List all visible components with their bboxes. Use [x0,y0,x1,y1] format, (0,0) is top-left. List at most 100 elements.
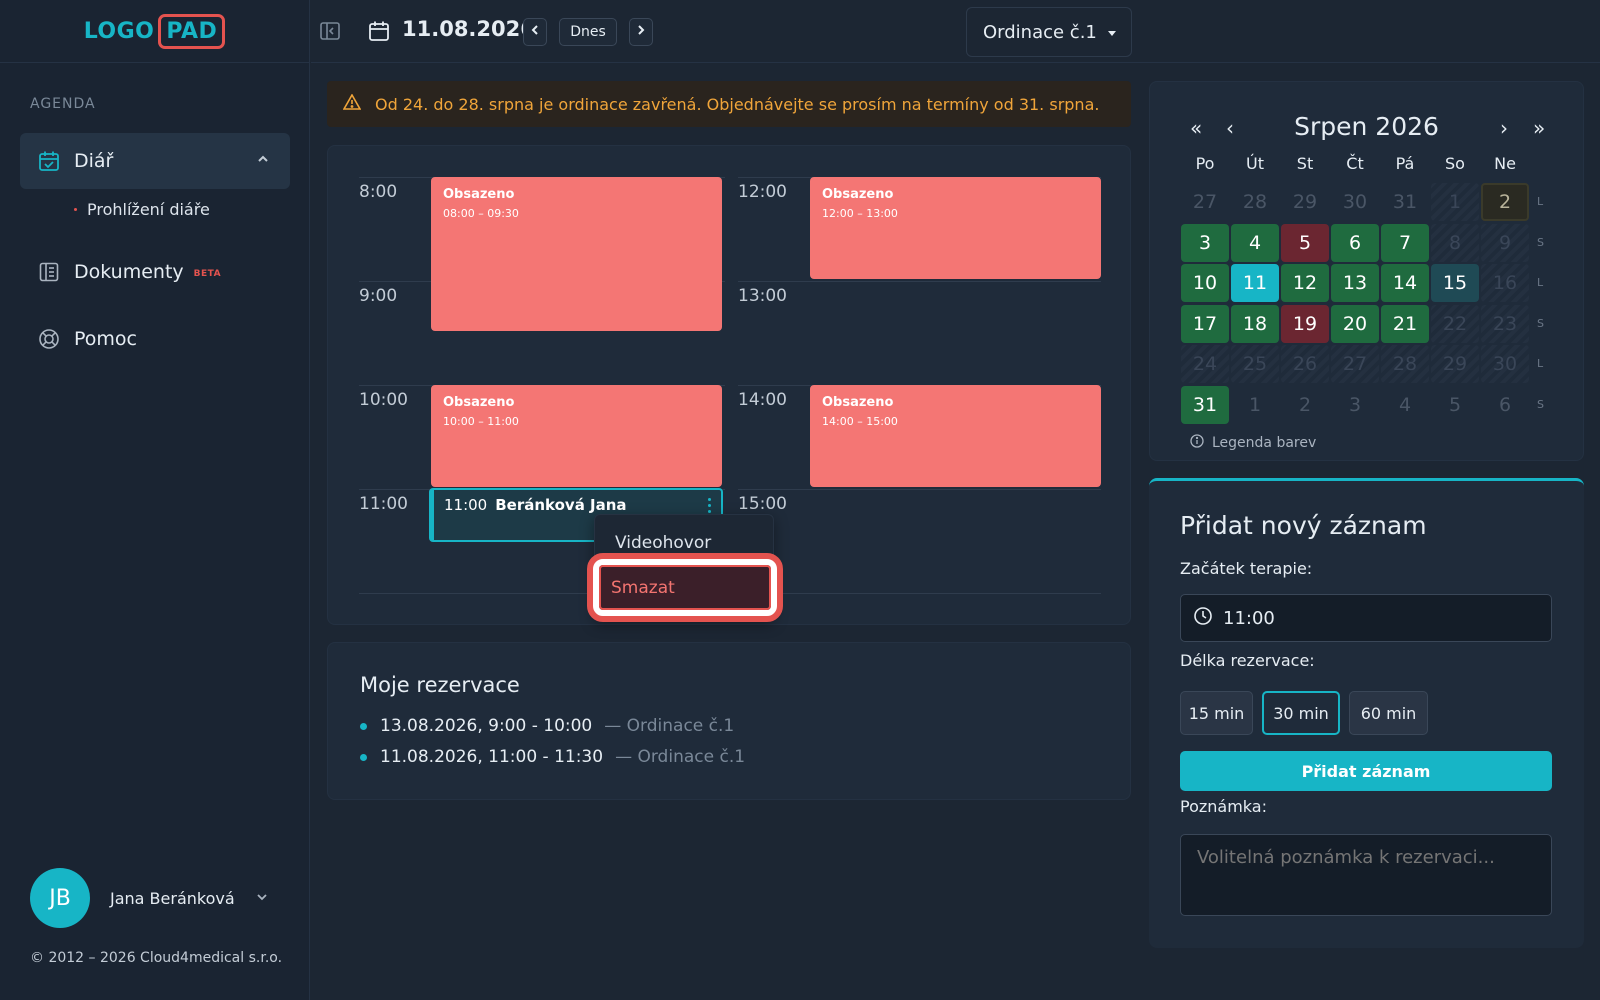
week-type-label: L [1537,195,1544,208]
calendar-day: 30 [1342,191,1368,213]
calendar-day: 8 [1431,223,1479,262]
start-label: Začátek terapie: [1180,559,1313,578]
next-year-button[interactable]: » [1533,116,1545,140]
user-menu[interactable]: JB Jana Beránková [30,868,269,928]
sidebar-subitem-prohlizeni[interactable]: Prohlížení diáře [74,200,210,219]
my-reservations: Moje rezervace 13.08.2026, 9:00 - 10:00 … [327,642,1131,800]
avatar: JB [30,868,90,928]
duration-30-button[interactable]: 30 min [1262,691,1340,735]
room-select[interactable]: Ordinace č.1 [966,7,1132,57]
menu-item-smazat[interactable]: Smazat [599,565,771,610]
closure-alert: Od 24. do 28. srpna je ordinace zavřená.… [327,81,1131,127]
calendar-icon [367,19,391,47]
calendar-day[interactable]: 12 [1281,264,1329,302]
calendar-day: 30 [1481,345,1529,383]
calendar-day: 27 [1331,345,1379,383]
current-date: 11.08.2026 [402,17,535,41]
calendar-day: 1 [1248,393,1262,416]
calendar-day[interactable]: 15 [1431,264,1479,302]
slot-time: 12:00 – 13:00 [822,207,898,220]
agenda-section-label: AGENDA [30,96,96,112]
calendar-day: 28 [1381,345,1429,383]
slot-time: 10:00 – 11:00 [443,415,519,428]
calendar-day: 1 [1431,183,1479,221]
calendar-day: 23 [1481,304,1529,343]
start-time-input[interactable]: 11:00 [1180,594,1552,642]
calendar-day[interactable]: 5 [1281,223,1329,262]
reservation-item[interactable]: 11.08.2026, 11:00 - 11:30 — Ordinace č.1 [360,747,745,767]
hour-line [738,281,1101,282]
weekday-header: Čt [1346,154,1364,173]
slot-title: Obsazeno [822,395,894,410]
calendar-day: 3 [1348,393,1362,416]
calendar-day[interactable]: 2 [1481,183,1529,221]
calendar-day[interactable]: 3 [1181,223,1229,262]
time-label: 15:00 [738,494,787,514]
chevron-left-icon [529,24,541,40]
reservation-where: — Ordinace č.1 [604,716,735,736]
calendar-day[interactable]: 13 [1331,264,1379,302]
logo-text: LOGO [83,18,155,44]
busy-slot: Obsazeno 12:00 – 13:00 [810,177,1101,279]
busy-slot: Obsazeno 14:00 – 15:00 [810,385,1101,487]
slot-time: 14:00 – 15:00 [822,415,898,428]
sidebar-item-label: Pomoc [74,328,137,350]
calendar-day[interactable]: 18 [1231,304,1279,343]
calendar-day: 6 [1498,393,1512,416]
sidebar-toggle-icon[interactable] [319,20,343,44]
calendar-day: 25 [1231,345,1279,383]
calendar-day: 29 [1431,345,1479,383]
next-day-button[interactable] [629,18,653,46]
logo-badge: PAD [158,13,226,49]
sidebar-item-diar[interactable]: Diář [20,133,290,189]
caret-down-icon [1107,22,1117,43]
calendar-day[interactable]: 14 [1381,264,1429,302]
calendar-day[interactable]: 31 [1181,385,1229,424]
time-label: 12:00 [738,182,787,202]
busy-slot: Obsazeno 10:00 – 11:00 [431,385,722,487]
chevron-down-icon [255,889,269,908]
info-icon [1190,434,1204,452]
calendar-day[interactable]: 21 [1381,304,1429,343]
duration-60-button[interactable]: 60 min [1349,691,1428,735]
bullet-dot [74,208,77,211]
menu-item-videohovor[interactable]: Videohovor [615,533,711,553]
start-time-value: 11:00 [1223,607,1275,629]
sidebar-item-label: Dokumenty [74,261,184,283]
add-record-button[interactable]: Přidat záznam [1180,751,1552,791]
delete-highlight: Smazat [587,553,783,622]
topbar: 11.08.2026 Dnes Ordinace č.1 [311,0,1600,63]
more-vertical-icon[interactable] [708,498,711,513]
slot-title: Obsazeno [443,395,515,410]
week-type-label: L [1537,276,1544,289]
sidebar: LOGO PAD AGENDA Diář Prohlížení diáře Do… [0,0,310,1000]
reservation-item[interactable]: 13.08.2026, 9:00 - 10:00 — Ordinace č.1 [360,716,734,736]
sidebar-item-dokumenty[interactable]: Dokumenty BETA [20,244,290,300]
calendar-day[interactable]: 7 [1381,223,1429,262]
week-type-label: S [1537,316,1544,330]
calendar-day[interactable]: 10 [1181,264,1229,302]
calendar-day[interactable]: 17 [1181,304,1229,343]
logo[interactable]: LOGO PAD [83,13,226,49]
sidebar-item-pomoc[interactable]: Pomoc [20,311,290,367]
week-type-label: S [1537,235,1544,249]
slot-title: Obsazeno [443,187,515,202]
next-month-button[interactable]: › [1500,116,1508,140]
calendar-day[interactable]: 20 [1331,304,1379,343]
note-textarea[interactable] [1180,834,1552,916]
clock-icon [1193,606,1213,631]
weekday-header: Ne [1494,154,1516,173]
calendar-day[interactable]: 4 [1231,223,1279,262]
duration-15-button[interactable]: 15 min [1180,691,1253,735]
beta-badge: BETA [193,269,222,279]
today-button[interactable]: Dnes [559,18,617,46]
calendar-day: 5 [1448,393,1462,416]
color-legend-link[interactable]: Legenda barev [1190,434,1316,452]
user-name: Jana Beránková [110,888,235,908]
prev-day-button[interactable] [523,18,547,46]
reservation-when: 11.08.2026, 11:00 - 11:30 [380,747,604,767]
calendar-day[interactable]: 11 [1231,264,1279,302]
calendar-day[interactable]: 19 [1281,304,1329,343]
calendar-day[interactable]: 6 [1331,223,1379,262]
week-type-label: L [1537,357,1544,370]
